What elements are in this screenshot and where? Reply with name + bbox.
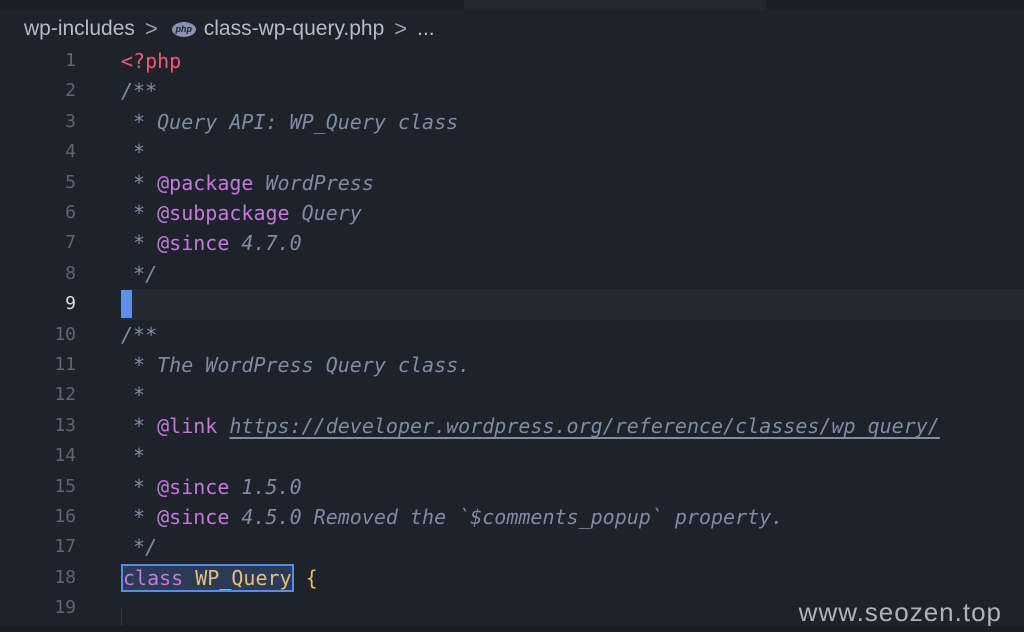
comment-text: *	[121, 474, 158, 499]
comment-text: *	[121, 413, 158, 438]
chevron-right-icon: >	[144, 16, 158, 41]
line-text: * @since 4.5.0 Removed the `$comments_po…	[121, 502, 783, 532]
code-line[interactable]: 15 * @since 1.5.0	[0, 472, 1024, 502]
code-line[interactable]: 16 * @since 4.5.0 Removed the `$comments…	[0, 502, 1024, 532]
line-number: 1	[65, 50, 76, 71]
line-text: * @since 4.7.0	[121, 228, 302, 258]
code-line[interactable]: 7 * @since 4.7.0	[0, 228, 1024, 258]
doc-tag: @link	[157, 413, 218, 438]
tab-area-right	[766, 0, 1024, 10]
line-number: 8	[65, 262, 76, 284]
code-line[interactable]: 13 * @link https://developer.wordpress.o…	[0, 411, 1024, 441]
code-line[interactable]: 11 * The WordPress Query class.	[0, 350, 1024, 380]
chevron-right-icon: >	[394, 16, 408, 41]
php-file-icon: php	[171, 21, 196, 37]
doc-tag: @since	[157, 231, 230, 256]
line-text: */	[121, 261, 158, 286]
breadcrumb-more[interactable]: ...	[417, 17, 435, 41]
doc-tag: @since	[157, 474, 230, 499]
line-text: *	[121, 383, 146, 408]
comment-text: *	[121, 170, 158, 195]
code-line[interactable]: 2 /**	[0, 76, 1024, 106]
code-line[interactable]: 3 * Query API: WP_Query class	[0, 107, 1024, 137]
code-editor[interactable]: 1 <?php 2 /** 3 * Query API: WP_Query cl…	[0, 46, 1024, 626]
line-number: 11	[54, 354, 76, 375]
text-cursor	[121, 290, 132, 319]
comment-text: *	[121, 201, 158, 225]
line-text: *	[121, 444, 146, 469]
line-number: 18	[54, 566, 76, 588]
code-line[interactable]: 6 * @subpackage Query	[0, 198, 1024, 228]
code-line[interactable]: 8 */	[0, 259, 1024, 289]
line-text: *	[121, 140, 146, 165]
line-text: */	[121, 535, 158, 560]
code-line[interactable]: 17 */	[0, 532, 1024, 562]
line-number: 4	[65, 141, 76, 163]
breadcrumb-folder[interactable]: wp-includes	[24, 17, 135, 41]
comment-text: WordPress	[253, 170, 374, 195]
open-brace: {	[305, 565, 318, 590]
line-number: 5	[65, 171, 76, 193]
code-line[interactable]: 4 *	[0, 137, 1024, 167]
line-text: /**	[121, 79, 158, 104]
code-line[interactable]: 1 <?php	[0, 46, 1024, 76]
line-number: 12	[54, 384, 76, 406]
line-number: 19	[54, 597, 76, 619]
line-number: 14	[54, 445, 76, 467]
line-number: 3	[65, 110, 76, 132]
line-number: 10	[54, 323, 76, 345]
class-name: WP_Query	[195, 565, 292, 590]
line-text: * Query API: WP_Query class	[121, 109, 459, 134]
line-number: 6	[65, 202, 76, 223]
comment-text: *	[121, 231, 158, 256]
doc-link[interactable]: https://developer.wordpress.org/referenc…	[229, 414, 939, 438]
comment-text: 4.7.0	[229, 231, 302, 256]
comment-text: 1.5.0	[229, 474, 302, 499]
php-open-tag: <?php	[121, 49, 182, 73]
line-number: 16	[54, 506, 76, 527]
comment-text	[217, 414, 229, 438]
line-text: * The WordPress Query class.	[121, 353, 471, 377]
comment-text: Query	[289, 201, 362, 225]
selection-highlight[interactable]: class WP_Query	[121, 563, 294, 592]
line-text: * @link https://developer.wordpress.org/…	[121, 411, 940, 441]
code-line-active[interactable]: 9	[0, 289, 1024, 320]
tab-area-left	[0, 0, 464, 10]
title-strip	[0, 0, 1024, 10]
code-line[interactable]: 14 *	[0, 441, 1024, 471]
comment-text: 4.5.0 Removed the `$comments_popup` prop…	[229, 505, 784, 529]
code-line[interactable]: 5 * @package WordPress	[0, 168, 1024, 198]
line-text: * @package WordPress	[121, 168, 374, 198]
doc-tag: @since	[157, 505, 230, 529]
breadcrumb-file[interactable]: class-wp-query.php	[204, 17, 385, 41]
line-number: 13	[54, 414, 76, 436]
doc-tag: @subpackage	[157, 201, 290, 225]
code-line[interactable]: 12 *	[0, 380, 1024, 410]
comment-text: *	[121, 505, 158, 529]
code-line[interactable]: 18 class WP_Query {	[0, 563, 1024, 593]
current-line-highlight	[121, 289, 1024, 320]
breadcrumb: wp-includes > php class-wp-query.php > .…	[24, 14, 435, 44]
line-text: * @since 1.5.0	[121, 472, 302, 502]
line-text: /**	[121, 322, 158, 347]
line-number: 15	[54, 475, 76, 497]
watermark: www.seozen.top	[798, 597, 1002, 627]
line-text: * @subpackage Query	[121, 198, 362, 228]
doc-tag: @package	[157, 170, 254, 195]
keyword-class: class	[123, 565, 184, 590]
bottom-edge	[0, 626, 1024, 632]
line-number-active: 9	[65, 293, 76, 315]
line-number: 7	[65, 232, 76, 254]
line-number: 17	[54, 536, 76, 558]
line-text: <?php	[121, 46, 181, 76]
line-number: 2	[65, 80, 76, 102]
line-text: class WP_Query {	[121, 563, 318, 593]
tab-area-active[interactable]	[464, 0, 766, 10]
code-line[interactable]: 10 /**	[0, 320, 1024, 350]
